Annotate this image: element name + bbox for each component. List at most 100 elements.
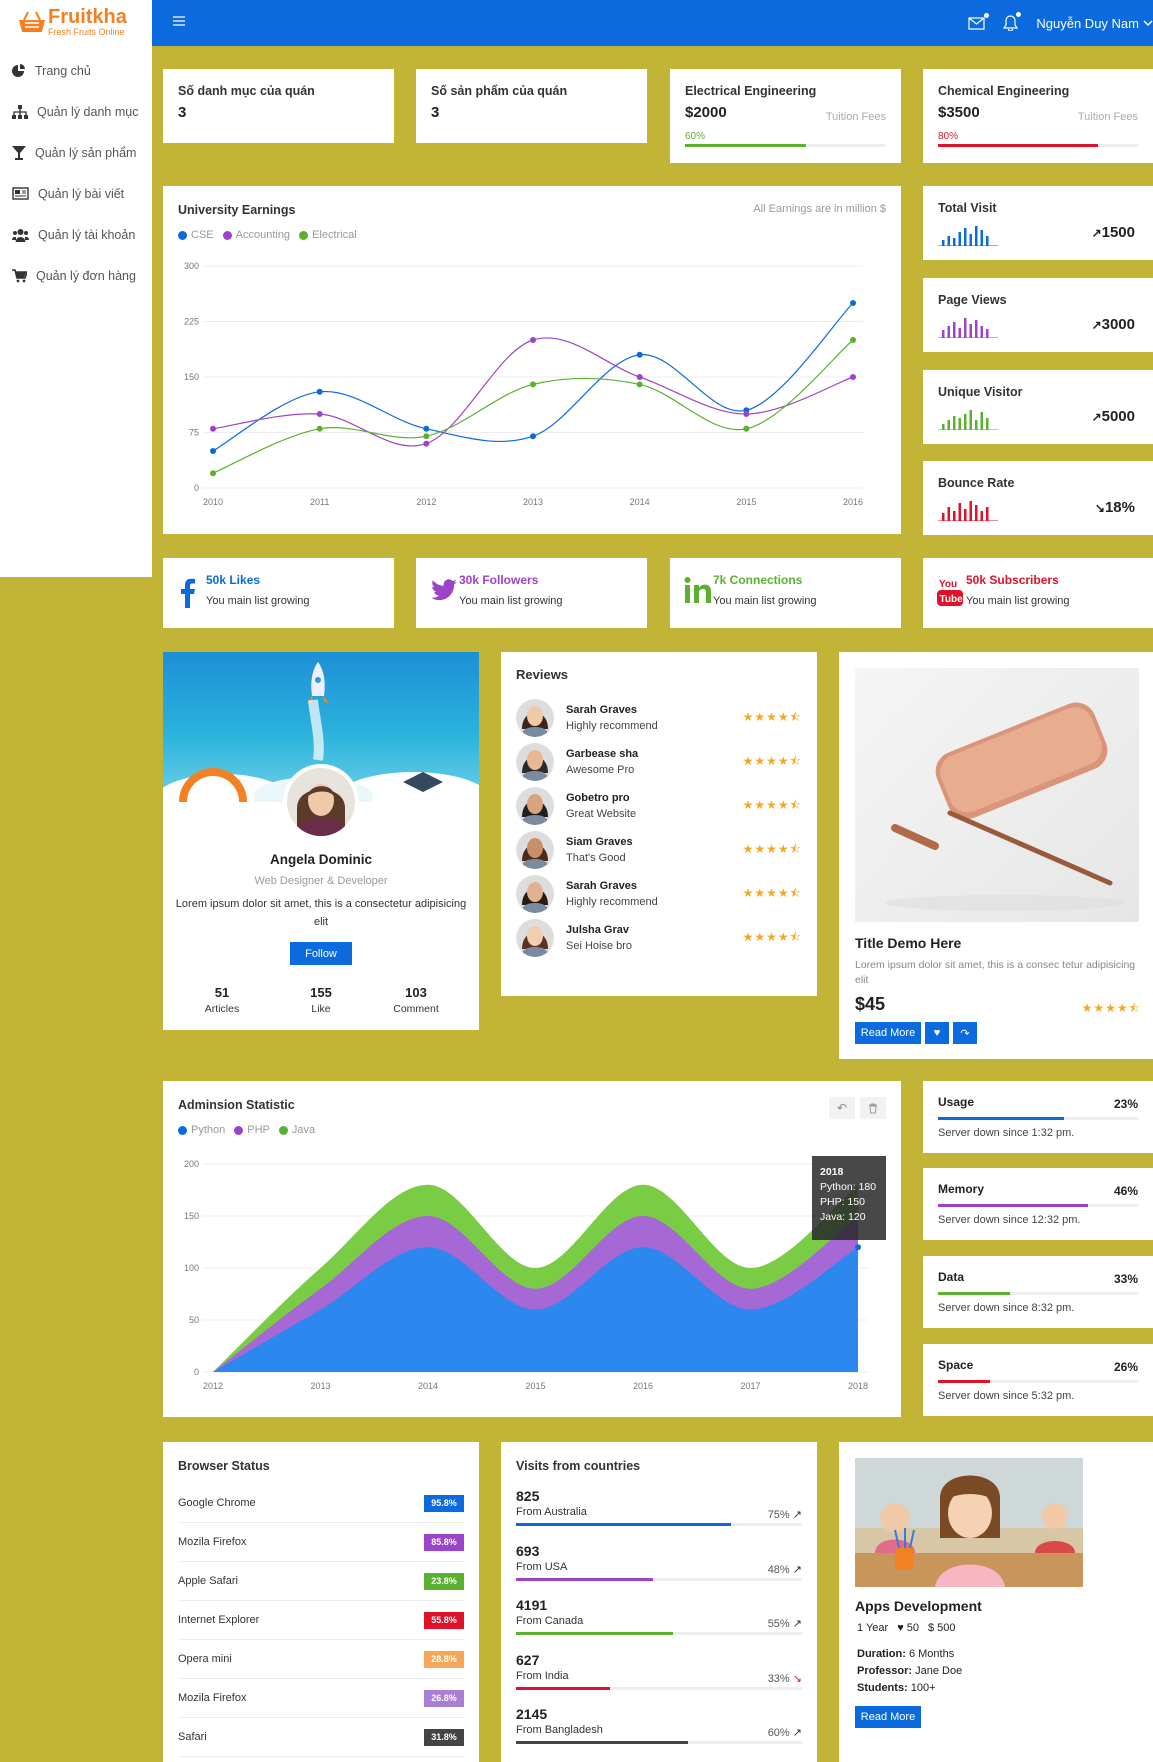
- earnings-line-chart: 0 75 150 225 300 2010 2011 2012 2013 2014 2015 2016: [184, 261, 863, 507]
- progress-track: [516, 1686, 802, 1690]
- newspaper-icon: [12, 187, 29, 200]
- social-card-twitter[interactable]: 30k Followers You main list growing: [416, 558, 647, 628]
- x-tick-label: 2013: [523, 497, 543, 507]
- reviewer-name: Sarah Graves: [566, 704, 637, 716]
- progress-fill: [938, 1204, 1088, 1207]
- review-item: Siam Graves That's Good ★★★★⯪: [516, 828, 802, 872]
- mini-bar: [986, 236, 989, 246]
- progress-track: [516, 1523, 802, 1526]
- bell-button[interactable]: [1003, 12, 1022, 31]
- profile-bio: Lorem ipsum dolor sit amet, this is a co…: [175, 898, 467, 928]
- progress-track: [685, 144, 886, 147]
- sidebar-item-products[interactable]: Quản lý sản phẩm: [0, 132, 152, 173]
- country-percent: 60% ↗: [767, 1727, 802, 1739]
- course-read-more-button[interactable]: Read More: [855, 1706, 921, 1728]
- browser-badge: 23.8%: [424, 1572, 464, 1590]
- progress-percent: 80%: [938, 131, 959, 142]
- progress-fill: [938, 1380, 990, 1383]
- y-tick-label: 0: [194, 1367, 199, 1377]
- heart-icon: ♥: [897, 1622, 904, 1634]
- reviewer-avatar: [516, 787, 554, 825]
- read-more-button[interactable]: Read More: [855, 1022, 921, 1044]
- share-icon: ↷: [960, 1027, 970, 1040]
- country-row: 825 From Australia 75% ↗: [516, 1488, 802, 1543]
- social-title: 30k Followers: [459, 573, 539, 587]
- review-text: That's Good: [566, 852, 626, 864]
- notification-dot: [1016, 12, 1022, 17]
- data-point: [850, 374, 856, 380]
- profile-stat-comment: 103 Comment: [393, 985, 439, 1015]
- mini-bar: [969, 410, 972, 430]
- mini-bar: [980, 326, 983, 338]
- country-count: 4191: [516, 1597, 548, 1613]
- data-point: [210, 448, 216, 454]
- browser-row: Safari 31.8%: [178, 1718, 464, 1757]
- brand-logo[interactable]: Fruitkha Fresh Fruits Online: [0, 0, 152, 44]
- mail-button[interactable]: [968, 12, 990, 30]
- reviewer-name: Gobetro pro: [566, 792, 630, 804]
- progress-percent: 60%: [685, 131, 706, 142]
- stat-label: Số danh mục của quán: [178, 84, 315, 98]
- trend-up-icon: ↗: [789, 1618, 802, 1630]
- x-tick-label: 2018: [848, 1381, 868, 1391]
- progress-track: [938, 144, 1138, 147]
- reviews-title: Reviews: [516, 667, 569, 682]
- chevron-down-icon[interactable]: [1143, 19, 1153, 27]
- share-button[interactable]: ↷: [953, 1022, 977, 1044]
- trend-up-icon: ↗: [789, 1563, 802, 1576]
- browser-name: Google Chrome: [178, 1497, 256, 1509]
- follow-button[interactable]: Follow: [290, 942, 352, 965]
- course-meta: 1 Year ♥ 50 $ 500: [857, 1622, 956, 1634]
- country-label: From USA: [516, 1560, 568, 1573]
- mini-bar: [958, 503, 961, 521]
- sidebar-item-label: Quản lý bài viết: [38, 186, 125, 201]
- notification-dot: [984, 12, 990, 18]
- sidebar-item-orders[interactable]: Quản lý đơn hàng: [0, 255, 152, 296]
- trend-down-icon: ↘: [1094, 501, 1105, 515]
- y-tick-label: 200: [184, 1159, 199, 1169]
- stat-label: Số sản phẩm của quán: [431, 84, 568, 98]
- course-students: Students: 100+: [857, 1682, 936, 1694]
- data-point: [850, 300, 856, 306]
- review-rating: ★★★★⯪: [742, 797, 802, 812]
- mini-bar: [958, 418, 961, 430]
- sidebar-item-home[interactable]: Trang chủ: [0, 50, 152, 91]
- progress-track: [516, 1632, 802, 1635]
- sidebar-item-label: Quản lý đơn hàng: [36, 268, 136, 283]
- y-tick-label: 100: [184, 1263, 199, 1273]
- stat-value: $2000: [685, 104, 727, 121]
- visit-card-bounce: Bounce Rate ↘18%: [923, 461, 1153, 535]
- reviewer-name: Siam Graves: [566, 836, 633, 848]
- sidebar-item-posts[interactable]: Quản lý bài viết: [0, 173, 152, 214]
- social-card-facebook[interactable]: 50k Likes You main list growing: [163, 558, 394, 628]
- course-image: [855, 1458, 1083, 1587]
- country-percent: 33% ↘: [767, 1672, 802, 1685]
- mini-bar: [980, 511, 983, 521]
- y-tick-label: 225: [184, 317, 199, 327]
- like-button[interactable]: ♥: [925, 1022, 949, 1044]
- social-title: 50k Likes: [206, 573, 261, 587]
- review-text: Sei Hoise bro: [566, 940, 633, 952]
- user-menu[interactable]: Nguyễn Duy Nam: [1036, 16, 1139, 31]
- reviews-card: Reviews Sarah Graves Highly recommend ★★★★…: [501, 652, 817, 996]
- mini-bar: [958, 232, 961, 246]
- product-rating: ★★★★⯪: [1081, 1001, 1141, 1015]
- sidebar-item-categories[interactable]: Quản lý danh mục: [0, 91, 152, 132]
- stat-card-electrical: Electrical Engineering $2000 Tuition Fee…: [670, 69, 901, 163]
- social-card-youtube[interactable]: You Tube 50k Subscribers You main list gr…: [923, 558, 1153, 628]
- sidebar-item-label: Quản lý tài khoản: [38, 227, 136, 242]
- menu-icon[interactable]: [172, 14, 186, 28]
- review-rating: ★★★★⯪: [742, 885, 802, 900]
- sidebar-item-accounts[interactable]: Quản lý tài khoản: [0, 214, 152, 255]
- social-card-linkedin[interactable]: 7k Connections You main list growing: [670, 558, 901, 628]
- profile-role: Web Designer & Developer: [254, 875, 388, 887]
- browser-badge: 31.8%: [424, 1728, 464, 1746]
- chart-tooltip: 2018 Python: 180 PHP: 150 Java: 120: [812, 1156, 886, 1240]
- admission-card: Adminsion Statistic ↶ Python PHP Java 05…: [163, 1081, 901, 1417]
- server-percent: 33%: [1113, 1272, 1138, 1286]
- mini-bar: [942, 330, 945, 338]
- profile-name: Angela Dominic: [269, 852, 372, 867]
- browser-row: Mozila Firefox 85.8%: [178, 1523, 464, 1562]
- countries-title: Visits from countries: [516, 1459, 641, 1473]
- facebook-icon: [181, 578, 195, 608]
